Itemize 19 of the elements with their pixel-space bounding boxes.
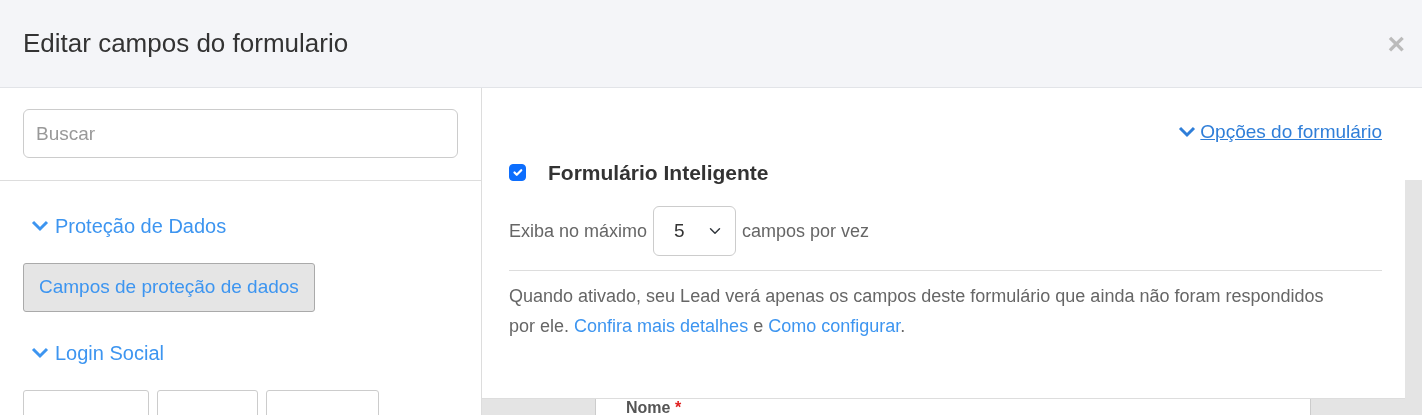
description-text: Quando ativado, seu Lead verá apenas os campos deste formulário que ainda não foram respondidos por ele. Confira mais detalhes e Como configurar. [509, 285, 1325, 338]
options-link[interactable]: Opções do formulário [1178, 118, 1382, 147]
help-link[interactable]: Como configurar [768, 316, 901, 336]
modal-title: Editar campos do formulario [23, 27, 349, 60]
smart-form-label: Formulário Inteligente [548, 159, 769, 186]
close-button[interactable]: × [1383, 28, 1409, 59]
chevron-icon [1178, 126, 1197, 139]
section-toggle[interactable]: Login Social [31, 338, 458, 368]
help-link[interactable]: Confira mais detalhes [574, 316, 749, 336]
max-fields-select[interactable]: 5 [653, 206, 737, 256]
section-toggle[interactable]: Proteção de Dados [31, 211, 458, 241]
field-label: Nome * [626, 400, 682, 415]
chevron-icon [31, 347, 49, 359]
field-button[interactable]: Campos de proteção de dados [23, 263, 315, 312]
chevron-icon [31, 220, 49, 232]
max-fields-label: Exiba no máximo [509, 219, 648, 243]
max-fields-suffix: campos por vez [742, 219, 870, 243]
search-field[interactable]: Buscar [23, 109, 458, 158]
smart-form-checkbox[interactable] [509, 163, 526, 181]
